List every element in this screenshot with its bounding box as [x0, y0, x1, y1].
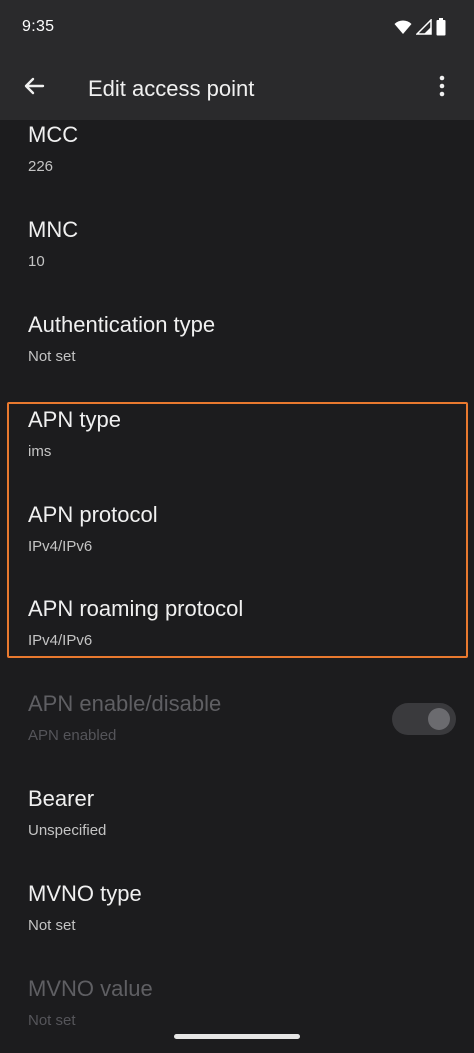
page-title: Edit access point	[88, 76, 255, 101]
gesture-nav-handle[interactable]	[174, 1034, 300, 1039]
arrow-back-icon	[23, 75, 45, 102]
status-time: 9:35	[22, 18, 55, 35]
pref-title: Bearer	[28, 786, 95, 811]
pref-mcc[interactable]: MCC 226	[0, 122, 474, 217]
pref-apn-enable-disable: APN enable/disable APN enabled	[0, 691, 474, 786]
pref-summary: IPv4/IPv6	[28, 538, 93, 555]
pref-title: APN type	[28, 407, 121, 432]
pref-apn-roaming-protocol[interactable]: APN roaming protocol IPv4/IPv6	[0, 596, 474, 691]
wifi-icon	[394, 19, 412, 40]
pref-authentication-type[interactable]: Authentication type Not set	[0, 312, 474, 407]
more-options-button[interactable]	[422, 68, 462, 108]
pref-title: APN enable/disable	[28, 691, 222, 716]
pref-mvno-value: MVNO value Not set	[0, 976, 474, 1053]
battery-icon	[436, 18, 446, 41]
pref-title: MNC	[28, 217, 79, 242]
pref-summary: Not set	[28, 1012, 76, 1029]
apn-enable-toggle[interactable]	[392, 703, 456, 735]
pref-mvno-type[interactable]: MVNO type Not set	[0, 881, 474, 976]
pref-title: MVNO value	[28, 976, 153, 1001]
app-bar: Edit access point	[0, 56, 474, 120]
pref-title: Authentication type	[28, 312, 216, 337]
back-button[interactable]	[14, 68, 54, 108]
pref-summary: 226	[28, 158, 54, 175]
signal-icon	[415, 18, 432, 40]
pref-title: APN roaming protocol	[28, 596, 244, 621]
pref-summary: ims	[28, 443, 52, 460]
pref-title: MCC	[28, 122, 79, 147]
pref-title: APN protocol	[28, 502, 158, 527]
pref-bearer[interactable]: Bearer Unspecified	[0, 786, 474, 881]
pref-mnc[interactable]: MNC 10	[0, 217, 474, 312]
pref-summary: Not set	[28, 917, 76, 934]
pref-summary: APN enabled	[28, 727, 117, 744]
pref-title: MVNO type	[28, 881, 142, 906]
pref-apn-protocol[interactable]: APN protocol IPv4/IPv6	[0, 502, 474, 597]
pref-summary: Unspecified	[28, 822, 107, 839]
pref-summary: IPv4/IPv6	[28, 632, 93, 649]
toggle-thumb	[428, 708, 450, 730]
pref-summary: 10	[28, 253, 45, 270]
status-icons	[394, 18, 446, 41]
pref-summary: Not set	[28, 348, 76, 365]
status-bar: 9:35	[0, 0, 474, 56]
settings-list: MCC 226 MNC 10 Authentication type Not s…	[0, 120, 474, 1053]
more-vert-icon	[439, 75, 445, 102]
pref-apn-type[interactable]: APN type ims	[0, 407, 474, 502]
